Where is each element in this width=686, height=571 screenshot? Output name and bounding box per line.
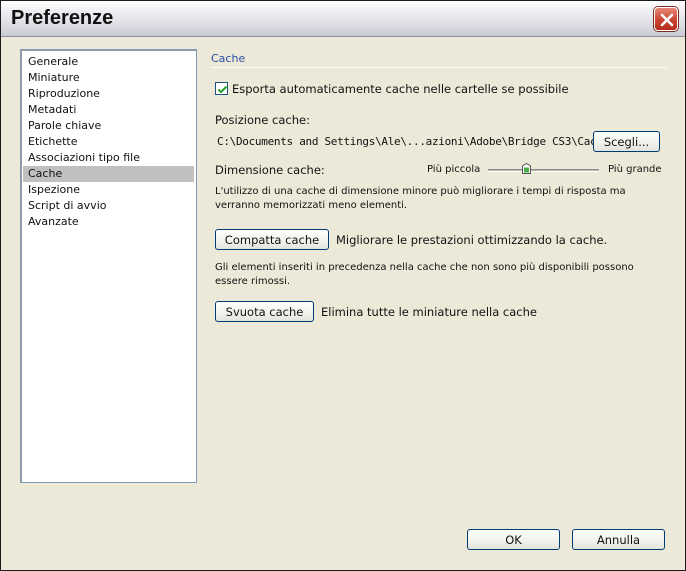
nav-item-miniature[interactable]: Miniature xyxy=(23,70,194,86)
size-max-label: Più grande xyxy=(608,164,662,175)
checkmark-icon xyxy=(217,85,228,94)
cache-size-label: Dimensione cache: xyxy=(215,163,325,177)
close-icon xyxy=(660,13,674,27)
preferences-category-list[interactable]: Generale Miniature Riproduzione Metadati Par… xyxy=(20,49,197,483)
section-divider xyxy=(211,67,667,68)
title-bar: Preferenze xyxy=(1,1,685,37)
compact-cache-button[interactable]: Compatta cache xyxy=(215,229,329,250)
cache-position-label: Posizione cache: xyxy=(215,113,310,127)
compact-cache-description: Migliorare le prestazioni ottimizzando l… xyxy=(336,233,608,247)
ok-button[interactable]: OK xyxy=(467,529,560,550)
nav-item-parole-chiave[interactable]: Parole chiave xyxy=(23,118,194,134)
auto-export-checkbox[interactable] xyxy=(215,82,228,95)
purge-cache-button[interactable]: Svuota cache xyxy=(215,301,314,322)
nav-item-ispezione[interactable]: Ispezione xyxy=(23,182,194,198)
nav-item-script-di-avvio[interactable]: Script di avvio xyxy=(23,198,194,214)
size-info-line-2: verranno memorizzati meno elementi. xyxy=(215,200,408,211)
slider-thumb[interactable] xyxy=(522,163,532,174)
section-title: Cache xyxy=(211,52,246,65)
preferences-dialog: Preferenze Generale Miniature Riproduzione… xyxy=(0,0,686,571)
window-title: Preferenze xyxy=(11,7,114,29)
nav-item-cache[interactable]: Cache xyxy=(23,166,194,182)
nav-item-avanzate[interactable]: Avanzate xyxy=(23,214,194,230)
cache-size-slider[interactable] xyxy=(488,169,599,172)
auto-export-label: Esporta automaticamente cache nelle cart… xyxy=(232,82,569,96)
nav-item-generale[interactable]: Generale xyxy=(23,54,194,70)
cancel-button[interactable]: Annulla xyxy=(572,529,665,550)
category-items: Generale Miniature Riproduzione Metadati Par… xyxy=(21,50,196,230)
cache-position-path: C:\Documents and Settings\Ale\...azioni\… xyxy=(217,135,616,148)
size-min-label: Più piccola xyxy=(427,164,481,175)
nav-item-associazioni-tipo-file[interactable]: Associazioni tipo file xyxy=(23,150,194,166)
compact-info-line-1: Gli elementi inseriti in precedenza nell… xyxy=(215,262,634,273)
purge-cache-description: Elimina tutte le miniature nella cache xyxy=(321,305,537,319)
nav-item-etichette[interactable]: Etichette xyxy=(23,134,194,150)
choose-folder-button[interactable]: Scegli... xyxy=(593,131,660,152)
size-info-line-1: L'utilizzo di una cache di dimensione mi… xyxy=(215,186,626,197)
cache-panel: Cache Esporta automaticamente cache nell… xyxy=(211,49,667,349)
nav-item-riproduzione[interactable]: Riproduzione xyxy=(23,86,194,102)
nav-item-metadati[interactable]: Metadati xyxy=(23,102,194,118)
close-button[interactable] xyxy=(654,7,678,31)
compact-info-line-2: essere rimossi. xyxy=(215,276,291,287)
